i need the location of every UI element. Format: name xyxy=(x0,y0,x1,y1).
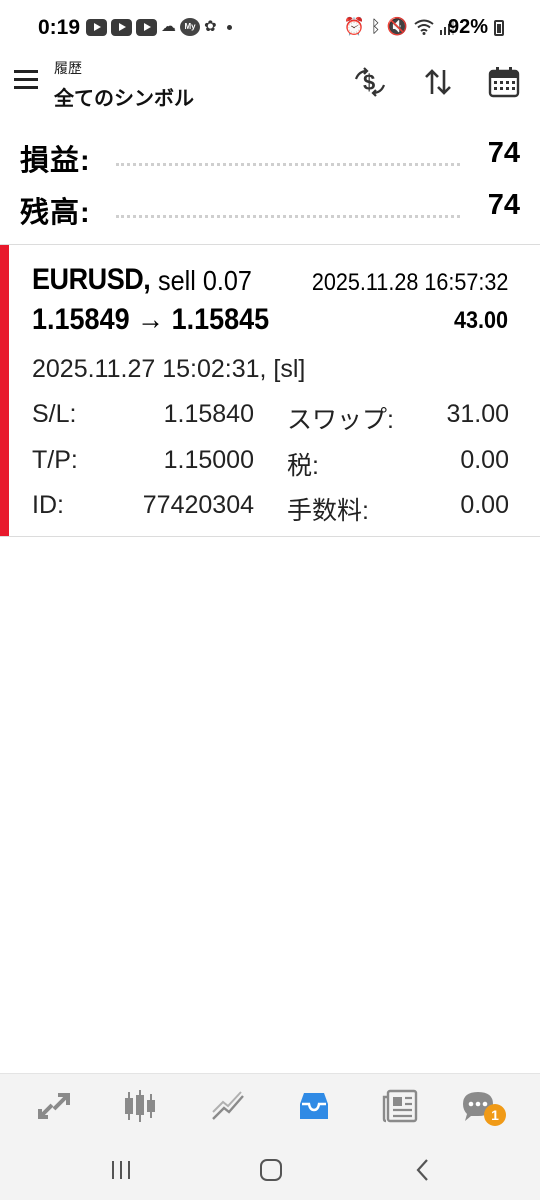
profit-label: 損益: xyxy=(20,145,91,177)
deal-profit: 43.00 xyxy=(453,307,508,334)
sl-label: S/L: xyxy=(32,400,77,428)
bottom-navigation: 1 xyxy=(0,1073,540,1139)
history-icon[interactable] xyxy=(294,1088,334,1124)
alarm-icon: ⏰ xyxy=(343,17,365,36)
tp-label: T/P: xyxy=(32,446,78,474)
swap-label: スワップ: xyxy=(287,406,394,434)
battery-level: 92% xyxy=(447,16,488,38)
status-bar: 0:19 ☁ My ✿ ⏰ ᛒ 🔇 92% xyxy=(0,0,540,56)
trade-icon[interactable] xyxy=(34,1088,74,1124)
bluetooth-icon: ᛒ xyxy=(370,17,381,36)
id-value: 77420304 xyxy=(142,491,254,519)
deal-close-time: 2025.11.28 16:57:32 xyxy=(311,269,508,296)
id-label: ID: xyxy=(32,491,64,519)
deal-prices: 1.15849 → 1.15845 xyxy=(32,303,270,336)
home-icon[interactable] xyxy=(256,1157,286,1183)
commission-value: 0.00 xyxy=(460,491,509,519)
deal-item[interactable]: EURUSD, sell 0.07 2025.11.28 16:57:32 1.… xyxy=(0,245,540,536)
swap-value: 31.00 xyxy=(446,400,509,428)
sort-icon[interactable] xyxy=(420,66,456,98)
menu-icon[interactable] xyxy=(14,70,40,92)
sell-indicator xyxy=(0,245,9,536)
youtube-icon xyxy=(111,18,132,36)
system-navigation xyxy=(0,1139,540,1200)
sl-value: 1.15840 xyxy=(163,400,254,428)
battery-icon xyxy=(494,20,504,36)
youtube-icon xyxy=(136,18,157,36)
notification-icons: ☁ My ✿ xyxy=(86,18,232,36)
chat-badge: 1 xyxy=(484,1104,506,1126)
balance-row: 残高: 74 xyxy=(20,189,520,229)
mute-icon: 🔇 xyxy=(386,17,408,36)
status-time: 0:19 xyxy=(38,16,81,39)
symbol-filter[interactable]: 全てのシンボル xyxy=(54,82,194,111)
deal-open-time: 2025.11.27 15:02:31, [sl] xyxy=(32,355,306,383)
deal-side-volume: sell 0.07 xyxy=(158,265,252,296)
tax-value: 0.00 xyxy=(460,446,509,474)
wifi-icon xyxy=(414,19,434,35)
chart-icon[interactable] xyxy=(208,1088,248,1124)
bird-icon: ☁ xyxy=(161,18,176,35)
page-subtitle: 履歴 xyxy=(54,60,82,76)
flower-icon: ✿ xyxy=(204,18,217,35)
quotes-icon[interactable] xyxy=(120,1088,160,1124)
youtube-icon xyxy=(86,18,107,36)
chat-icon[interactable]: 1 xyxy=(458,1088,506,1126)
calendar-icon[interactable] xyxy=(486,66,522,98)
commission-label: 手数料: xyxy=(287,497,369,525)
deal-symbol: EURUSD, xyxy=(32,263,151,296)
tax-label: 税: xyxy=(287,452,319,480)
profit-value: 74 xyxy=(487,137,520,169)
system-status-icons: ⏰ ᛒ 🔇 xyxy=(343,17,454,37)
my-docomo-icon: My xyxy=(180,18,200,36)
balance-value: 74 xyxy=(487,189,520,221)
profit-row: 損益: 74 xyxy=(20,137,520,177)
back-icon[interactable] xyxy=(408,1157,438,1183)
dotted-leader xyxy=(116,215,460,218)
toolbar: 履歴 全てのシンボル $ xyxy=(0,56,540,112)
recent-apps-icon[interactable] xyxy=(106,1157,136,1183)
more-notifications-icon xyxy=(226,24,232,30)
balance-label: 残高: xyxy=(20,197,91,229)
news-icon[interactable] xyxy=(380,1088,420,1124)
currency-exchange-icon[interactable]: $ xyxy=(352,66,388,98)
dotted-leader xyxy=(116,163,460,166)
tp-value: 1.15000 xyxy=(163,446,254,474)
divider xyxy=(0,536,540,537)
